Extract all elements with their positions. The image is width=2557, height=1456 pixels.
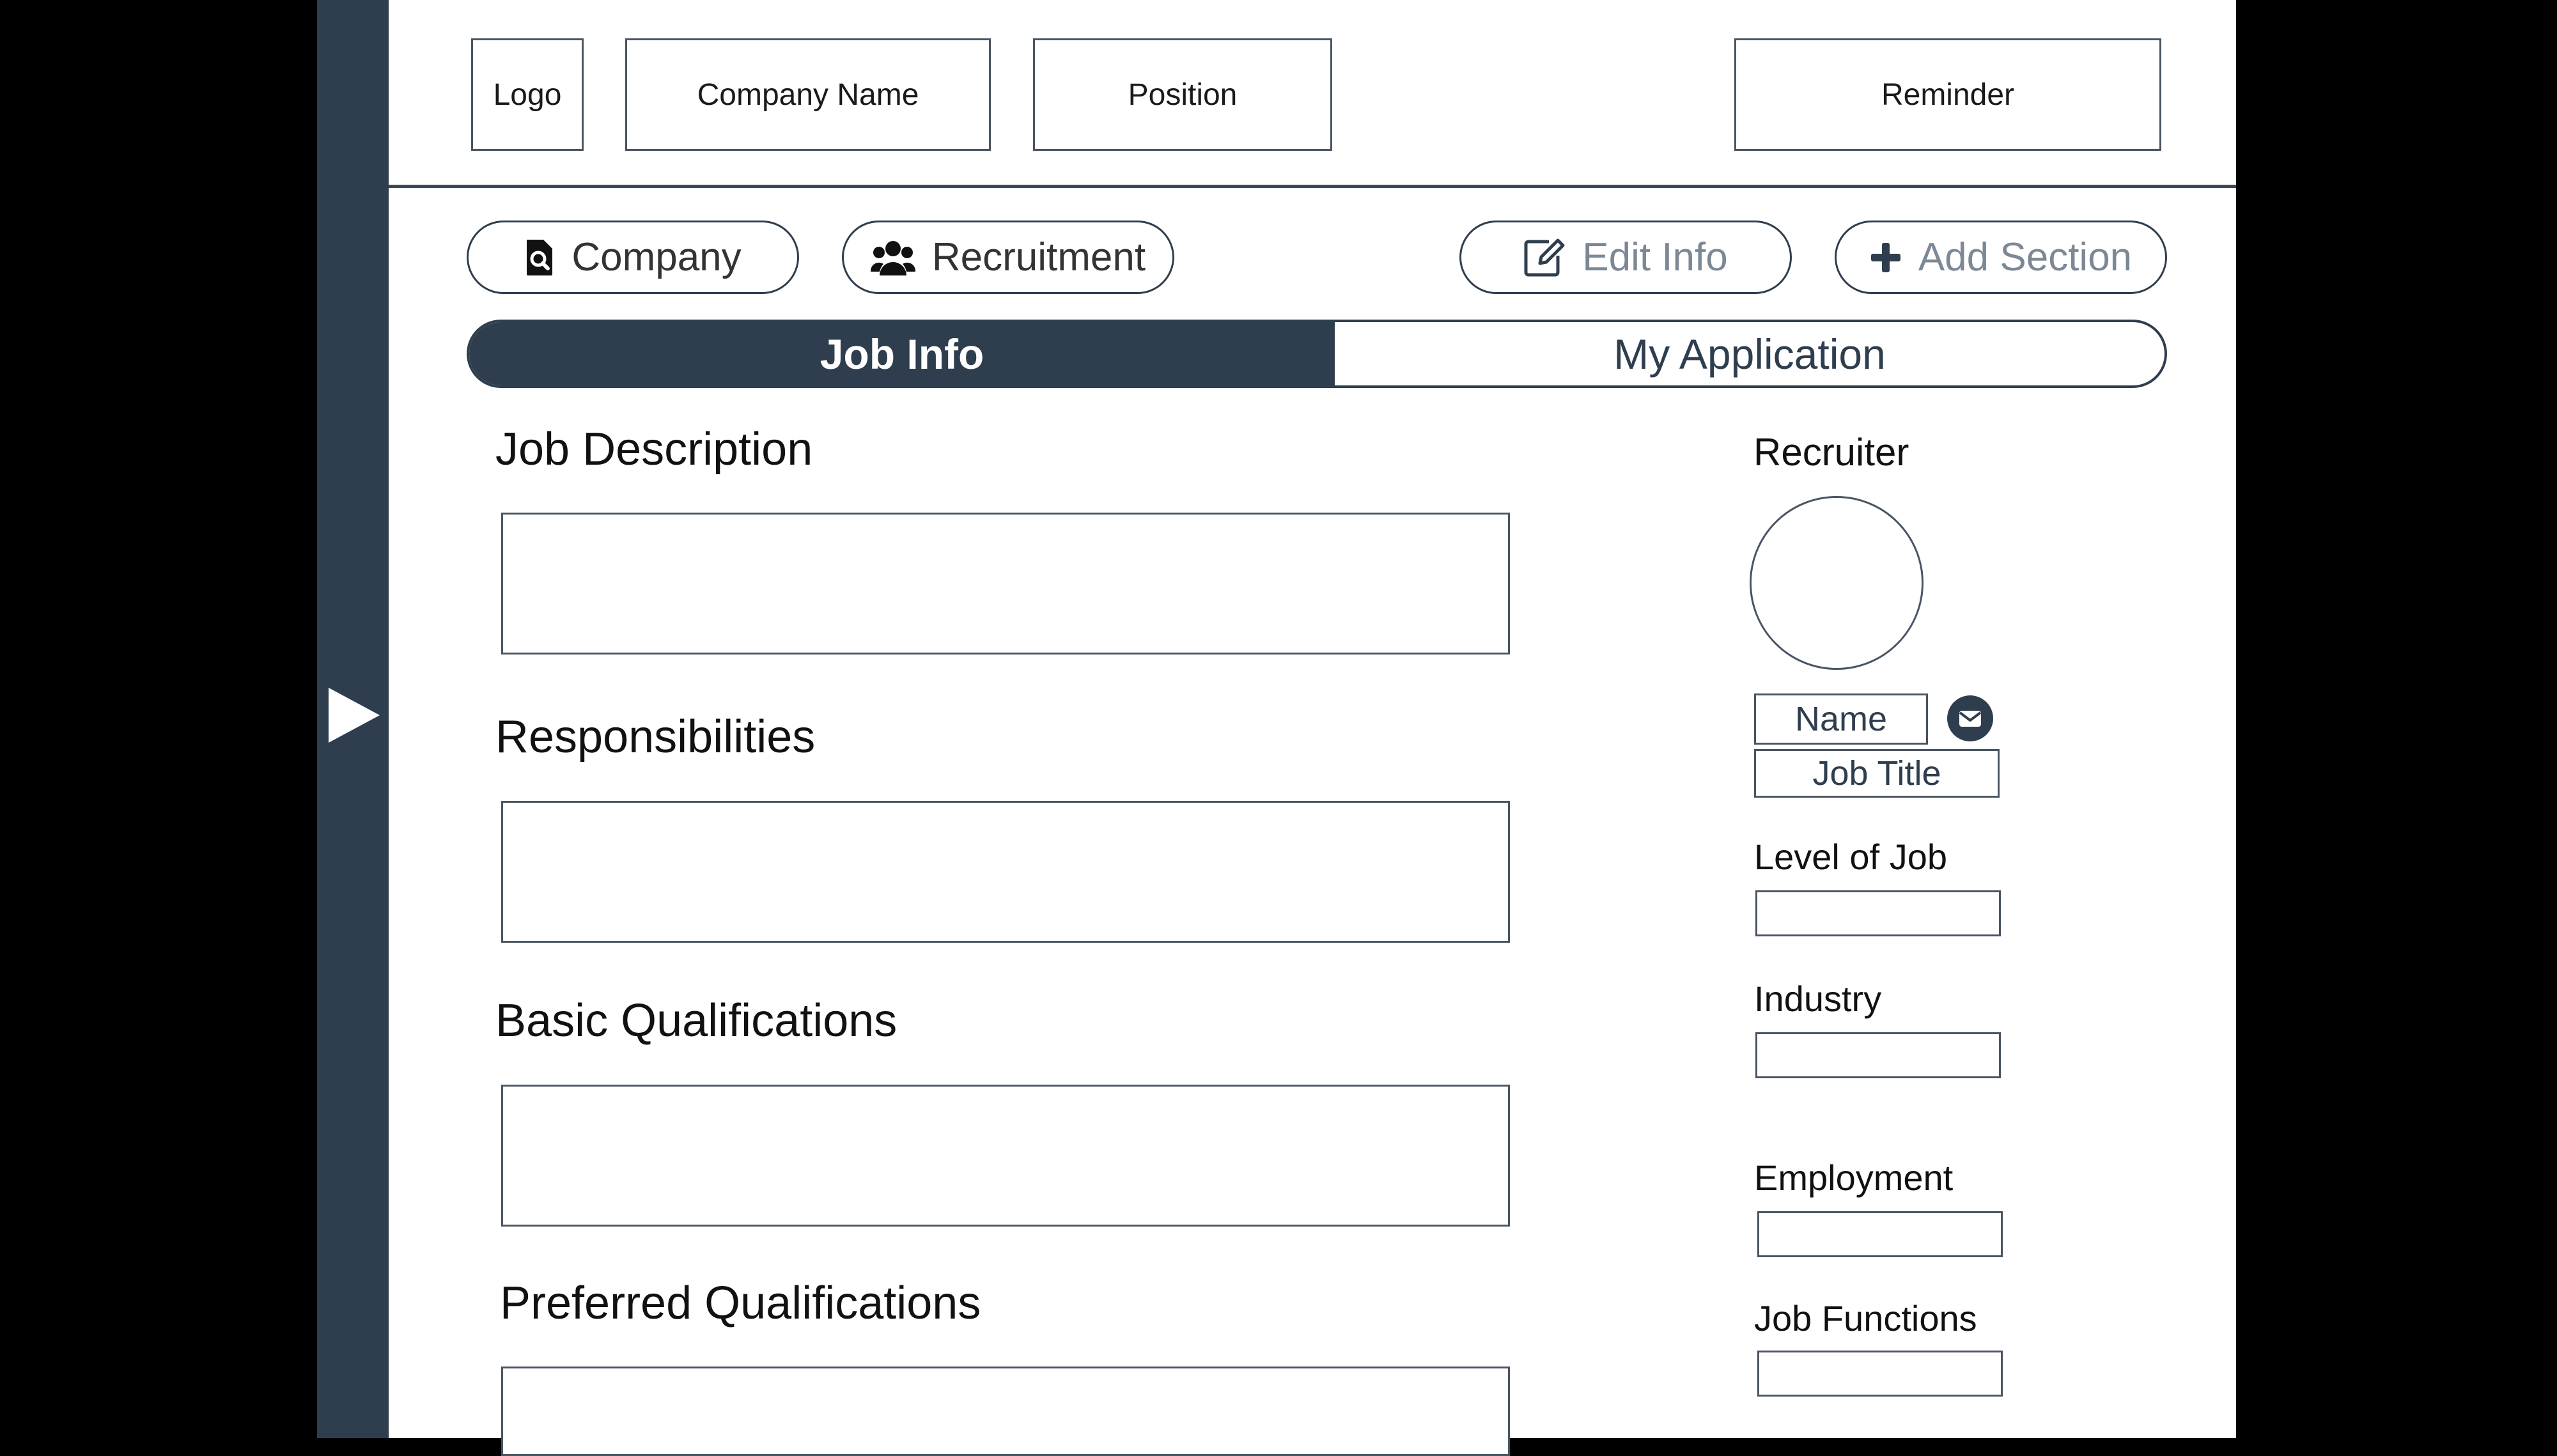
add-section-button-label: Add Section [1918,235,2133,279]
preferred-qualifications-heading: Preferred Qualifications [500,1278,981,1329]
employment-label: Employment [1754,1158,1954,1198]
level-of-job-field[interactable] [1755,890,2001,936]
industry-field[interactable] [1755,1032,2001,1078]
users-icon [870,238,915,277]
company-button-label: Company [571,235,742,279]
employment-field[interactable] [1757,1211,2003,1257]
header-divider [389,185,2236,188]
job-description-heading: Job Description [495,424,813,475]
level-of-job-label: Level of Job [1754,837,1947,877]
company-search-icon [524,238,555,277]
recruitment-button[interactable]: Recruitment [842,221,1174,294]
plus-icon [1870,242,1902,274]
recruiter-heading: Recruiter [1753,431,1909,474]
recruitment-button-label: Recruitment [931,235,1146,279]
position-box: Position [1033,38,1332,151]
email-icon[interactable] [1947,695,1993,741]
logo-placeholder: Logo [471,38,584,151]
responsibilities-heading: Responsibilities [495,711,816,763]
basic-qualifications-heading: Basic Qualifications [495,995,898,1046]
preferred-qualifications-field[interactable] [501,1367,1510,1456]
recruiter-name: Name [1754,693,1928,745]
edit-info-button[interactable]: Edit Info [1459,221,1792,294]
company-button[interactable]: Company [467,221,799,294]
job-functions-label: Job Functions [1754,1298,1977,1338]
reminder-box[interactable]: Reminder [1734,38,2161,151]
industry-label: Industry [1754,979,1882,1019]
edit-icon [1523,238,1566,277]
tab-job-info[interactable]: Job Info [469,322,1335,385]
company-name-box: Company Name [625,38,991,151]
responsibilities-field[interactable] [501,801,1510,943]
edit-info-button-label: Edit Info [1582,235,1728,279]
recruiter-avatar [1750,496,1924,670]
job-description-field[interactable] [501,513,1510,654]
add-section-button[interactable]: Add Section [1835,221,2167,294]
job-functions-field[interactable] [1757,1351,2003,1397]
recruiter-job-title: Job Title [1754,749,2000,798]
basic-qualifications-field[interactable] [501,1085,1510,1227]
tab-my-application[interactable]: My Application [1335,322,2165,385]
expand-arrow-icon[interactable] [329,688,380,743]
tab-bar: Job Info My Application [467,320,2167,388]
